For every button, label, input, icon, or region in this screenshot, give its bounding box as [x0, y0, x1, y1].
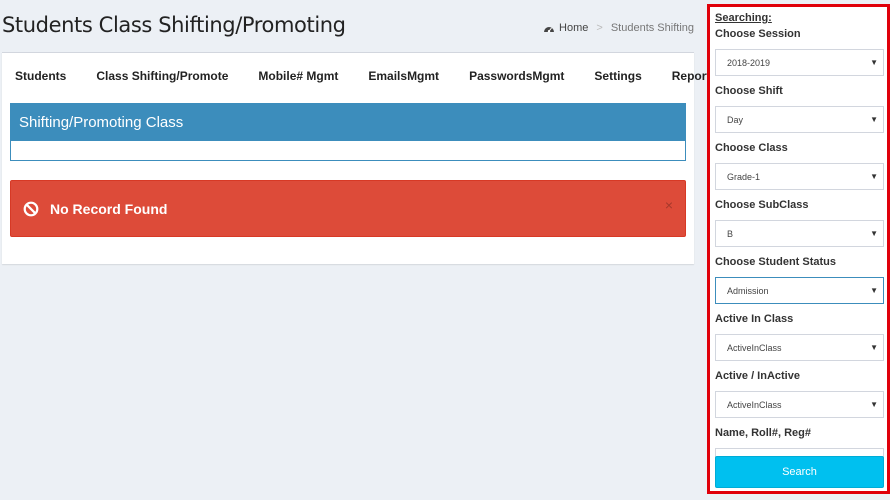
session-label: Choose Session — [715, 28, 801, 40]
chevron-down-icon: ▼ — [870, 286, 878, 295]
shift-select[interactable]: Day ▼ — [715, 106, 884, 133]
shifting-panel: Shifting/Promoting Class — [10, 103, 686, 161]
breadcrumb-current: Students Shifting — [610, 22, 694, 34]
nav-item-settings[interactable]: Settings — [594, 69, 641, 83]
subclass-select-value: B — [727, 229, 734, 239]
student-status-label: Choose Student Status — [715, 256, 837, 268]
breadcrumb-separator: > — [596, 22, 603, 34]
chevron-down-icon: ▼ — [870, 115, 878, 124]
nav-item-emails-mgmt[interactable]: EmailsMgmt — [368, 69, 439, 83]
no-record-alert: No Record Found × — [10, 180, 686, 237]
active-inactive-select-value: ActiveInClass — [727, 400, 782, 410]
alert-message: No Record Found — [50, 200, 168, 217]
search-button[interactable]: Search — [715, 456, 884, 488]
active-in-class-select-value: ActiveInClass — [727, 343, 782, 353]
class-select[interactable]: Grade-1 ▼ — [715, 163, 884, 190]
shift-select-value: Day — [727, 115, 744, 125]
class-select-value: Grade-1 — [727, 172, 761, 182]
page-title: Students Class Shifting/Promoting — [2, 13, 346, 37]
chevron-down-icon: ▼ — [870, 400, 878, 409]
chevron-down-icon: ▼ — [870, 343, 878, 352]
ban-icon — [23, 201, 39, 216]
dashboard-icon — [544, 27, 555, 33]
search-panel: Searching: Choose Session 2018-2019 ▼ Ch… — [707, 4, 890, 494]
chevron-down-icon: ▼ — [870, 229, 878, 238]
alert-close-button[interactable]: × — [665, 197, 673, 213]
search-heading: Searching: — [715, 12, 772, 24]
nav-item-passwords-mgmt[interactable]: PasswordsMgmt — [469, 69, 564, 83]
class-label: Choose Class — [715, 142, 788, 154]
chevron-down-icon: ▼ — [870, 172, 878, 181]
nav-item-class-shifting[interactable]: Class Shifting/Promote — [96, 69, 228, 83]
breadcrumb-home-link[interactable]: Home — [559, 22, 588, 34]
active-in-class-select[interactable]: ActiveInClass ▼ — [715, 334, 884, 361]
session-select-value: 2018-2019 — [727, 58, 771, 68]
student-status-select[interactable]: Admission ▼ — [715, 277, 884, 304]
page-header: Students Class Shifting/Promoting Home >… — [0, 0, 700, 50]
name-roll-reg-label: Name, Roll#, Reg# — [715, 427, 811, 439]
nav-item-students[interactable]: Students — [15, 69, 66, 83]
active-inactive-select[interactable]: ActiveInClass ▼ — [715, 391, 884, 418]
student-status-select-value: Admission — [727, 286, 769, 296]
subclass-select[interactable]: B ▼ — [715, 220, 884, 247]
session-select[interactable]: 2018-2019 ▼ — [715, 49, 884, 76]
active-inactive-label: Active / InActive — [715, 370, 800, 382]
subclass-label: Choose SubClass — [715, 199, 809, 211]
shift-label: Choose Shift — [715, 85, 783, 97]
shifting-panel-title: Shifting/Promoting Class — [11, 104, 685, 141]
nav-item-mobile-mgmt[interactable]: Mobile# Mgmt — [258, 69, 338, 83]
breadcrumb: Home > Students Shifting — [543, 22, 694, 34]
chevron-down-icon: ▼ — [870, 58, 878, 67]
top-nav: Students Class Shifting/Promote Mobile# … — [2, 53, 717, 98]
main-content-box: Students Class Shifting/Promote Mobile# … — [2, 52, 717, 264]
active-in-class-label: Active In Class — [715, 313, 794, 325]
